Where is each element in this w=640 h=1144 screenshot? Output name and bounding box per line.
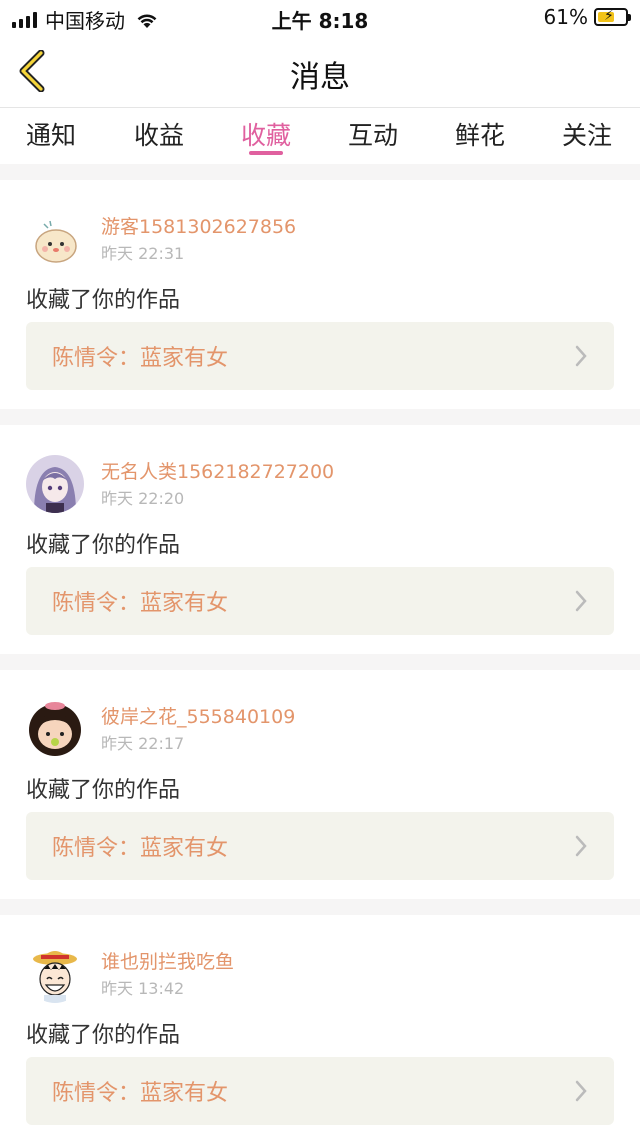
tab-favorites[interactable]: 收藏 — [221, 116, 311, 152]
list-item: 游客1581302627856 昨天 22:31 收藏了你的作品 陈情令：蓝家有… — [0, 180, 640, 409]
list-divider — [0, 164, 640, 180]
avatar[interactable] — [26, 700, 84, 758]
tab-notifications[interactable]: 通知 — [6, 116, 96, 152]
work-title: 陈情令：蓝家有女 — [52, 346, 229, 371]
tab-bar: 通知 收益 收藏 互动 鲜花 关注 — [0, 108, 640, 164]
page-title: 消息 — [290, 60, 350, 95]
username[interactable]: 谁也别拦我吃鱼 — [101, 947, 234, 974]
action-text: 收藏了你的作品 — [26, 1023, 181, 1048]
list-item: 彼岸之花_555840109 昨天 22:17 收藏了你的作品 陈情令：蓝家有女 — [0, 670, 640, 899]
list-divider — [0, 899, 640, 915]
work-title: 陈情令：蓝家有女 — [52, 591, 229, 616]
straw-hat-boy-avatar — [26, 945, 84, 1003]
work-link[interactable]: 陈情令：蓝家有女 — [26, 567, 614, 635]
work-link[interactable]: 陈情令：蓝家有女 — [26, 322, 614, 390]
work-link[interactable]: 陈情令：蓝家有女 — [26, 812, 614, 880]
avatar[interactable] — [26, 210, 84, 268]
active-tab-indicator — [249, 151, 283, 155]
list-item: 无名人类1562182727200 昨天 22:20 收藏了你的作品 陈情令：蓝… — [0, 425, 640, 654]
action-text: 收藏了你的作品 — [26, 778, 181, 803]
chevron-right-icon — [575, 835, 587, 857]
avatar[interactable] — [26, 945, 84, 1003]
work-title: 陈情令：蓝家有女 — [52, 1081, 229, 1106]
tab-following[interactable]: 关注 — [542, 116, 632, 152]
status-bar: 中国移动 上午 8:18 61% ⚡ — [0, 0, 640, 34]
username[interactable]: 无名人类1562182727200 — [101, 457, 334, 484]
tab-interactions[interactable]: 互动 — [328, 116, 418, 152]
list-divider — [0, 409, 640, 425]
avatar[interactable] — [26, 455, 84, 513]
chevron-right-icon — [575, 1080, 587, 1102]
list-item: 谁也别拦我吃鱼 昨天 13:42 收藏了你的作品 陈情令：蓝家有女 — [0, 915, 640, 1144]
message-list: 游客1581302627856 昨天 22:31 收藏了你的作品 陈情令：蓝家有… — [0, 164, 640, 1144]
action-text: 收藏了你的作品 — [26, 533, 181, 558]
list-divider — [0, 654, 640, 670]
chick-cartoon-avatar — [26, 210, 84, 268]
battery-percent: 61% — [543, 5, 588, 29]
tab-earnings[interactable]: 收益 — [114, 116, 204, 152]
navigation-bar: 消息 — [0, 34, 640, 108]
timestamp: 昨天 22:20 — [101, 489, 185, 508]
battery-icon: ⚡ — [594, 8, 631, 26]
action-text: 收藏了你的作品 — [26, 288, 181, 313]
timestamp: 昨天 22:17 — [101, 734, 185, 753]
chevron-right-icon — [575, 345, 587, 367]
work-link[interactable]: 陈情令：蓝家有女 — [26, 1057, 614, 1125]
chevron-right-icon — [575, 590, 587, 612]
username[interactable]: 游客1581302627856 — [101, 212, 296, 239]
anime-girl-avatar — [26, 455, 84, 513]
work-title: 陈情令：蓝家有女 — [52, 836, 229, 861]
timestamp: 昨天 22:31 — [101, 244, 185, 263]
tab-flowers[interactable]: 鲜花 — [435, 116, 525, 152]
timestamp: 昨天 13:42 — [101, 979, 185, 998]
username[interactable]: 彼岸之花_555840109 — [101, 702, 295, 729]
cartoon-girl-avatar — [26, 700, 84, 758]
